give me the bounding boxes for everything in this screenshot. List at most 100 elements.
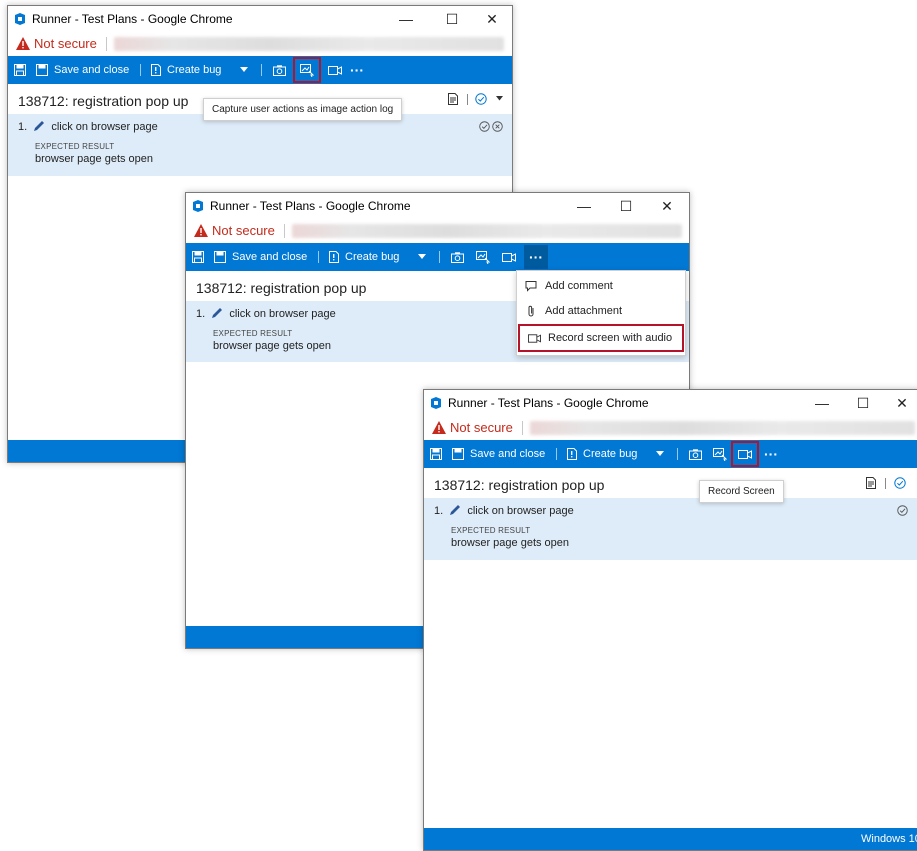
save-and-close-label: Save and close: [232, 251, 308, 263]
more-actions-button[interactable]: ···: [350, 56, 364, 84]
edit-pencil-icon: [212, 308, 223, 318]
save-and-close-button[interactable]: Save and close: [36, 56, 129, 84]
save-button[interactable]: [430, 440, 442, 468]
video-camera-icon: [738, 449, 752, 459]
step-text: click on browser page: [229, 308, 336, 320]
capture-image-action-log-button[interactable]: [476, 243, 490, 271]
step-number: 1.: [196, 308, 206, 320]
create-bug-label: Create bug: [167, 64, 222, 76]
warning-icon: [194, 224, 208, 237]
record-screen-button[interactable]: [328, 56, 342, 84]
save-button[interactable]: [14, 56, 26, 84]
warning-icon: [16, 37, 30, 50]
create-bug-dropdown[interactable]: [656, 440, 664, 468]
menu-item-add-comment[interactable]: Add comment: [517, 274, 685, 298]
save-icon: [14, 64, 26, 76]
chevron-down-icon: [656, 451, 664, 456]
step-text: click on browser page: [51, 121, 158, 133]
screenshot-button[interactable]: [273, 56, 286, 84]
pass-step-icon[interactable]: [479, 121, 490, 132]
screenshot-button[interactable]: [689, 440, 702, 468]
expected-result-label: EXPECTED RESULT: [451, 526, 531, 535]
save-button[interactable]: [192, 243, 204, 271]
runner-toolbar: Save and close Create bug ···: [424, 440, 917, 468]
save-icon: [430, 448, 442, 460]
maximize-button[interactable]: ☐: [843, 392, 883, 414]
url-redacted: [530, 421, 915, 435]
save-and-close-label: Save and close: [54, 64, 130, 76]
create-bug-button[interactable]: Create bug: [329, 243, 399, 271]
screenshot-button[interactable]: [451, 243, 464, 271]
maximize-button[interactable]: ☐: [432, 8, 472, 30]
document-icon[interactable]: [448, 93, 458, 105]
test-step-row[interactable]: 1. click on browser page EXPECTED RESULT…: [8, 114, 512, 176]
menu-item-record-screen-with-audio[interactable]: Record screen with audio: [518, 324, 684, 352]
chevron-down-icon: [418, 254, 426, 259]
header-divider: [885, 478, 886, 489]
expected-result-label: EXPECTED RESULT: [35, 142, 115, 151]
pass-icon[interactable]: [894, 477, 906, 489]
chevron-down-icon[interactable]: [496, 96, 503, 101]
save-and-close-label: Save and close: [470, 448, 546, 460]
save-close-icon: [36, 64, 48, 76]
pass-step-icon[interactable]: [897, 505, 908, 516]
bug-report-icon: [329, 251, 339, 263]
title-bar: Runner - Test Plans - Google Chrome — ☐ …: [8, 6, 512, 32]
pass-icon[interactable]: [475, 93, 487, 105]
window-title: Runner - Test Plans - Google Chrome: [210, 199, 411, 213]
status-bar: Windows 10: [424, 828, 917, 850]
step-line: 1. click on browser page: [196, 307, 336, 320]
paperclip-icon: [528, 305, 534, 317]
runner-toolbar: Save and close Create bug ···: [186, 243, 689, 271]
document-icon[interactable]: [866, 477, 876, 489]
menu-item-label: Add attachment: [545, 305, 623, 317]
chevron-down-icon: [240, 67, 248, 72]
address-bar[interactable]: Not secure: [8, 32, 512, 57]
save-and-close-button[interactable]: Save and close: [452, 440, 545, 468]
minimize-button[interactable]: —: [564, 195, 604, 217]
address-bar[interactable]: Not secure: [424, 416, 917, 441]
minimize-button[interactable]: —: [802, 392, 842, 414]
toolbar-divider: [261, 64, 262, 76]
security-status: Not secure: [212, 223, 275, 238]
record-screen-button[interactable]: [731, 441, 759, 467]
create-bug-dropdown[interactable]: [240, 56, 248, 84]
fail-step-icon[interactable]: [492, 121, 503, 132]
create-bug-button[interactable]: Create bug: [151, 56, 221, 84]
menu-item-label: Record screen with audio: [548, 332, 673, 344]
security-status: Not secure: [450, 420, 513, 435]
azure-test-plans-icon: [15, 13, 25, 25]
menu-item-add-attachment[interactable]: Add attachment: [517, 299, 685, 323]
close-button[interactable]: ✕: [647, 195, 687, 217]
record-screen-button[interactable]: [502, 243, 516, 271]
address-divider: [106, 37, 107, 51]
address-bar[interactable]: Not secure: [186, 219, 689, 244]
expected-result-label: EXPECTED RESULT: [213, 329, 293, 338]
maximize-icon: ☐: [619, 197, 633, 214]
maximize-button[interactable]: ☐: [606, 195, 646, 217]
create-bug-button[interactable]: Create bug: [567, 440, 637, 468]
close-button[interactable]: ✕: [885, 392, 917, 414]
azure-test-plans-icon: [193, 200, 203, 212]
save-and-close-button[interactable]: Save and close: [214, 243, 307, 271]
test-step-row[interactable]: 1. click on browser page EXPECTED RESULT…: [424, 498, 917, 560]
warning-icon: [432, 421, 446, 434]
create-bug-dropdown[interactable]: [418, 243, 426, 271]
minimize-icon: —: [577, 198, 591, 214]
url-redacted: [114, 37, 504, 51]
capture-image-action-log-button[interactable]: [293, 57, 321, 83]
capture-image-action-log-button[interactable]: [713, 440, 727, 468]
tooltip-text: Record Screen: [708, 486, 775, 497]
more-actions-button[interactable]: ···: [764, 440, 778, 468]
close-icon: ✕: [896, 394, 908, 411]
minimize-button[interactable]: —: [386, 8, 426, 30]
create-bug-label: Create bug: [345, 251, 400, 263]
step-line: 1. click on browser page: [18, 120, 158, 133]
toolbar-divider: [439, 251, 440, 263]
more-actions-button[interactable]: ···: [524, 245, 548, 269]
camera-icon: [689, 448, 702, 460]
minimize-icon: —: [815, 395, 829, 411]
image-action-log-icon: [713, 447, 727, 461]
close-button[interactable]: ✕: [472, 8, 512, 30]
more-icon: ···: [350, 62, 364, 78]
